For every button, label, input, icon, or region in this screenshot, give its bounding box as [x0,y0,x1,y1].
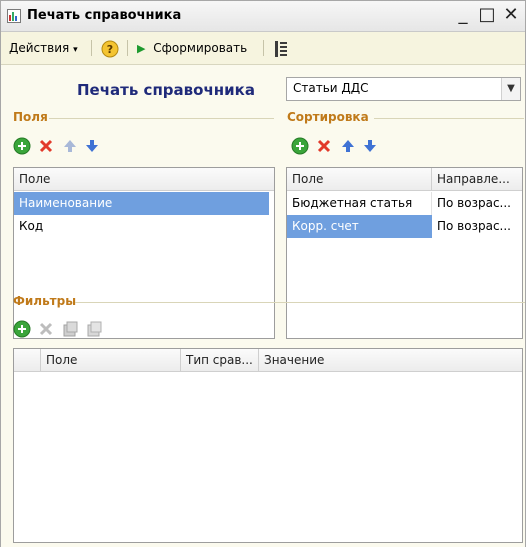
title-bar: Печать справочника _ □ ✕ [1,1,525,32]
filters-toolbar [13,320,123,340]
column-header-direction[interactable]: Направле... [432,168,522,190]
window-app-icon [7,9,21,23]
structure-icon[interactable] [273,40,289,58]
column-header-field[interactable]: Поле [287,168,432,190]
move-up-icon[interactable] [339,137,357,155]
table-row[interactable]: Код [14,215,269,238]
toolbar: Действия ▾ ? ▶ Сформировать [1,32,525,65]
add-icon[interactable] [13,320,31,338]
print-catalog-window: Печать справочника _ □ ✕ Действия ▾ ? ▶ … [0,0,526,547]
toolbar-separator [127,40,128,56]
filters-section-title: Фильтры [13,294,77,308]
generate-label: Сформировать [153,41,248,55]
table-row[interactable]: Наименование [14,192,269,215]
sort-table: Поле Направле... Бюджетная статья По воз… [286,167,523,339]
catalog-select-value: Статьи ДДС [293,81,369,95]
toolbar-separator [91,40,92,56]
field-cell: Корр. счет [287,215,432,238]
column-header-check[interactable] [14,349,41,371]
table-row[interactable]: Корр. счет По возрас... [287,215,522,238]
table-header: Поле Тип срав... Значение [14,349,522,372]
move-down-icon[interactable] [361,137,379,155]
form-body: Печать справочника Статьи ДДС ▼ Поля Пол… [1,65,525,547]
section-divider [374,118,524,119]
dropdown-arrow-icon: ▾ [73,45,78,55]
close-button[interactable]: ✕ [501,5,521,25]
column-header-comparison[interactable]: Тип срав... [181,349,259,371]
move-down-icon[interactable] [83,137,101,155]
column-header-value[interactable]: Значение [259,349,522,371]
sort-toolbar [291,137,391,157]
actions-menu-button[interactable]: Действия ▾ [9,38,78,58]
field-cell: Код [19,219,44,233]
add-icon[interactable] [291,137,309,155]
direction-cell: По возрас... [437,196,511,210]
table-row[interactable]: Бюджетная статья По возрас... [287,192,522,215]
minimize-button[interactable]: _ [453,5,473,25]
actions-label: Действия [9,41,70,55]
field-cell: Бюджетная статья [287,192,432,215]
page-title: Печать справочника [77,81,255,99]
section-divider [49,118,274,119]
chevron-down-icon[interactable]: ▼ [501,78,520,100]
help-icon[interactable]: ? [101,40,119,58]
fields-table: Поле Наименование Код [13,167,275,339]
fields-toolbar [13,137,113,157]
play-icon: ▶ [137,42,146,55]
section-divider [75,302,525,303]
uncheck-all-icon[interactable] [85,320,103,338]
fields-section-title: Поля [13,110,48,124]
table-header: Поле Направле... [287,168,522,191]
delete-icon[interactable] [37,137,55,155]
add-icon[interactable] [13,137,31,155]
svg-text:?: ? [107,43,113,56]
toolbar-separator [263,40,264,56]
window-title: Печать справочника [27,8,182,23]
filters-table: Поле Тип срав... Значение [13,348,523,543]
table-header: Поле [14,168,274,191]
generate-button[interactable]: ▶ Сформировать [137,38,247,58]
direction-cell: По возрас... [437,219,511,233]
field-cell: Наименование [19,196,113,210]
column-header-field[interactable]: Поле [41,349,181,371]
maximize-button[interactable]: □ [477,5,497,25]
delete-icon[interactable] [37,320,55,338]
catalog-select[interactable]: Статьи ДДС ▼ [286,77,521,101]
check-all-icon[interactable] [61,320,79,338]
move-up-icon[interactable] [61,137,79,155]
column-header-field[interactable]: Поле [14,168,274,190]
sort-section-title: Сортировка [287,110,369,124]
delete-icon[interactable] [315,137,333,155]
